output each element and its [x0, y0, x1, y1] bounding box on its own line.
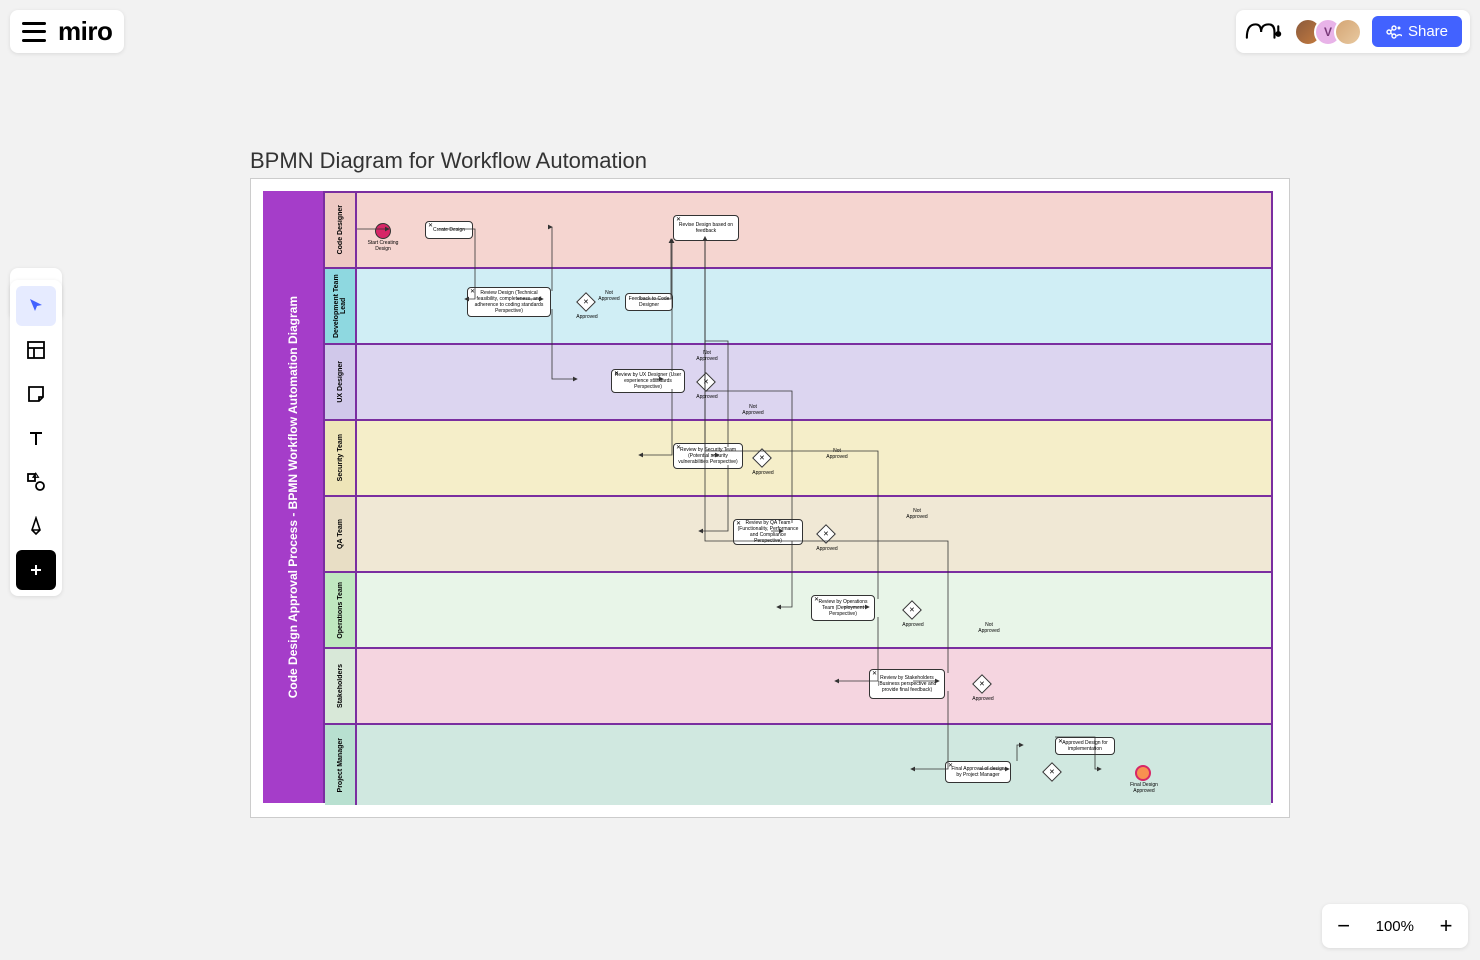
- lane-dev-lead: Development Team Lead ✕Review Design (Te…: [325, 269, 1271, 345]
- share-label: Share: [1408, 23, 1448, 40]
- zoom-in-button[interactable]: +: [1428, 908, 1464, 944]
- logo[interactable]: miro: [58, 16, 112, 47]
- lane-security: Security Team ✕Review by Security Team (…: [325, 421, 1271, 497]
- pool-title: Code Design Approval Process - BPMN Work…: [263, 191, 323, 803]
- topbar-left: miro: [10, 10, 124, 53]
- edge-approved-2: Approved: [693, 395, 721, 401]
- zoom-out-button[interactable]: −: [1326, 908, 1362, 944]
- toolbar: [10, 280, 62, 596]
- lane-stakeholders: Stakeholders ✕Review by Stakeholders (Bu…: [325, 649, 1271, 725]
- task-feedback[interactable]: Feedback to Code Designer: [625, 293, 673, 311]
- task-review-ops[interactable]: ✕Review by Operations Team (Deployment P…: [811, 595, 875, 621]
- edge-not-approved-2: Not Approved: [693, 351, 721, 362]
- edge-approved-5: Approved: [899, 623, 927, 629]
- templates-tool[interactable]: [16, 330, 56, 370]
- edge-not-approved-4: Not Approved: [903, 509, 931, 520]
- edge-approved-1: Approved: [573, 315, 601, 321]
- zoom-control: − 100% +: [1322, 904, 1468, 948]
- bpmn-diagram: Code Design Approval Process - BPMN Work…: [263, 191, 1277, 805]
- board-frame[interactable]: Code Design Approval Process - BPMN Work…: [250, 178, 1290, 818]
- gateway-dev[interactable]: [576, 292, 596, 312]
- select-tool[interactable]: [16, 286, 56, 326]
- lane-code-designer: Code Designer Start Creating Design ✕Cre…: [325, 193, 1271, 269]
- topbar-right: V Share: [1236, 10, 1470, 53]
- pen-tool[interactable]: [16, 506, 56, 546]
- edge-approved-3: Approved: [749, 471, 777, 477]
- start-label: Start Creating Design: [367, 241, 399, 252]
- edge-not-approved-3: Not Approved: [823, 449, 851, 460]
- start-event[interactable]: [375, 223, 391, 239]
- task-review-stake[interactable]: ✕Review by Stakeholders (Business perspe…: [869, 669, 945, 699]
- lane-ops: Operations Team ✕Review by Operations Te…: [325, 573, 1271, 649]
- sticky-tool[interactable]: [16, 374, 56, 414]
- text-tool[interactable]: [16, 418, 56, 458]
- lane-ux: UX Designer ✕Review by UX Designer (User…: [325, 345, 1271, 421]
- edge-approved-4: Approved: [813, 547, 841, 553]
- shapes-tool[interactable]: [16, 462, 56, 502]
- end-label: Final Design Approved: [1127, 783, 1161, 794]
- edge-not-approved-5: Not Approved: [975, 623, 1003, 634]
- avatars[interactable]: V: [1294, 18, 1362, 46]
- gateway-pm[interactable]: [1042, 762, 1062, 782]
- end-event[interactable]: [1135, 765, 1151, 781]
- task-review-sec[interactable]: ✕Review by Security Team (Potential secu…: [673, 443, 743, 469]
- gateway-sec[interactable]: [752, 448, 772, 468]
- more-tool[interactable]: [16, 550, 56, 590]
- edge-approved-6: Approved: [969, 697, 997, 703]
- share-button[interactable]: Share: [1372, 16, 1462, 47]
- lanes: Code Designer Start Creating Design ✕Cre…: [323, 191, 1273, 803]
- task-review-dev[interactable]: ✕Review Design (Technical feasibility, c…: [467, 287, 551, 317]
- music-icon[interactable]: [1244, 18, 1284, 46]
- gateway-ops[interactable]: [902, 600, 922, 620]
- zoom-level[interactable]: 100%: [1366, 918, 1424, 935]
- gateway-ux[interactable]: [696, 372, 716, 392]
- lane-qa: QA Team ✕Review by QA Team (Functionalit…: [325, 497, 1271, 573]
- gateway-stake[interactable]: [972, 674, 992, 694]
- task-final-approval[interactable]: ✕Final Approval of design by Project Man…: [945, 761, 1011, 783]
- lane-pm: Project Manager ✕Final Approval of desig…: [325, 725, 1271, 805]
- menu-icon[interactable]: [22, 22, 46, 42]
- avatar-3[interactable]: [1334, 18, 1362, 46]
- task-review-qa[interactable]: ✕Review by QA Team (Functionality, Perfo…: [733, 519, 803, 545]
- task-review-ux[interactable]: ✕Review by UX Designer (User experience …: [611, 369, 685, 393]
- task-approved-design[interactable]: ✕Approved Design for implementation: [1055, 737, 1115, 755]
- task-revise-design[interactable]: ✕Revise Design based on feedback: [673, 215, 739, 241]
- gateway-qa[interactable]: [816, 524, 836, 544]
- edge-not-approved-1: Not Approved: [597, 291, 621, 302]
- canvas-title: BPMN Diagram for Workflow Automation: [250, 148, 647, 174]
- edge-not-approved-2b: Not Approved: [739, 405, 767, 416]
- task-create-design[interactable]: ✕Create Design: [425, 221, 473, 239]
